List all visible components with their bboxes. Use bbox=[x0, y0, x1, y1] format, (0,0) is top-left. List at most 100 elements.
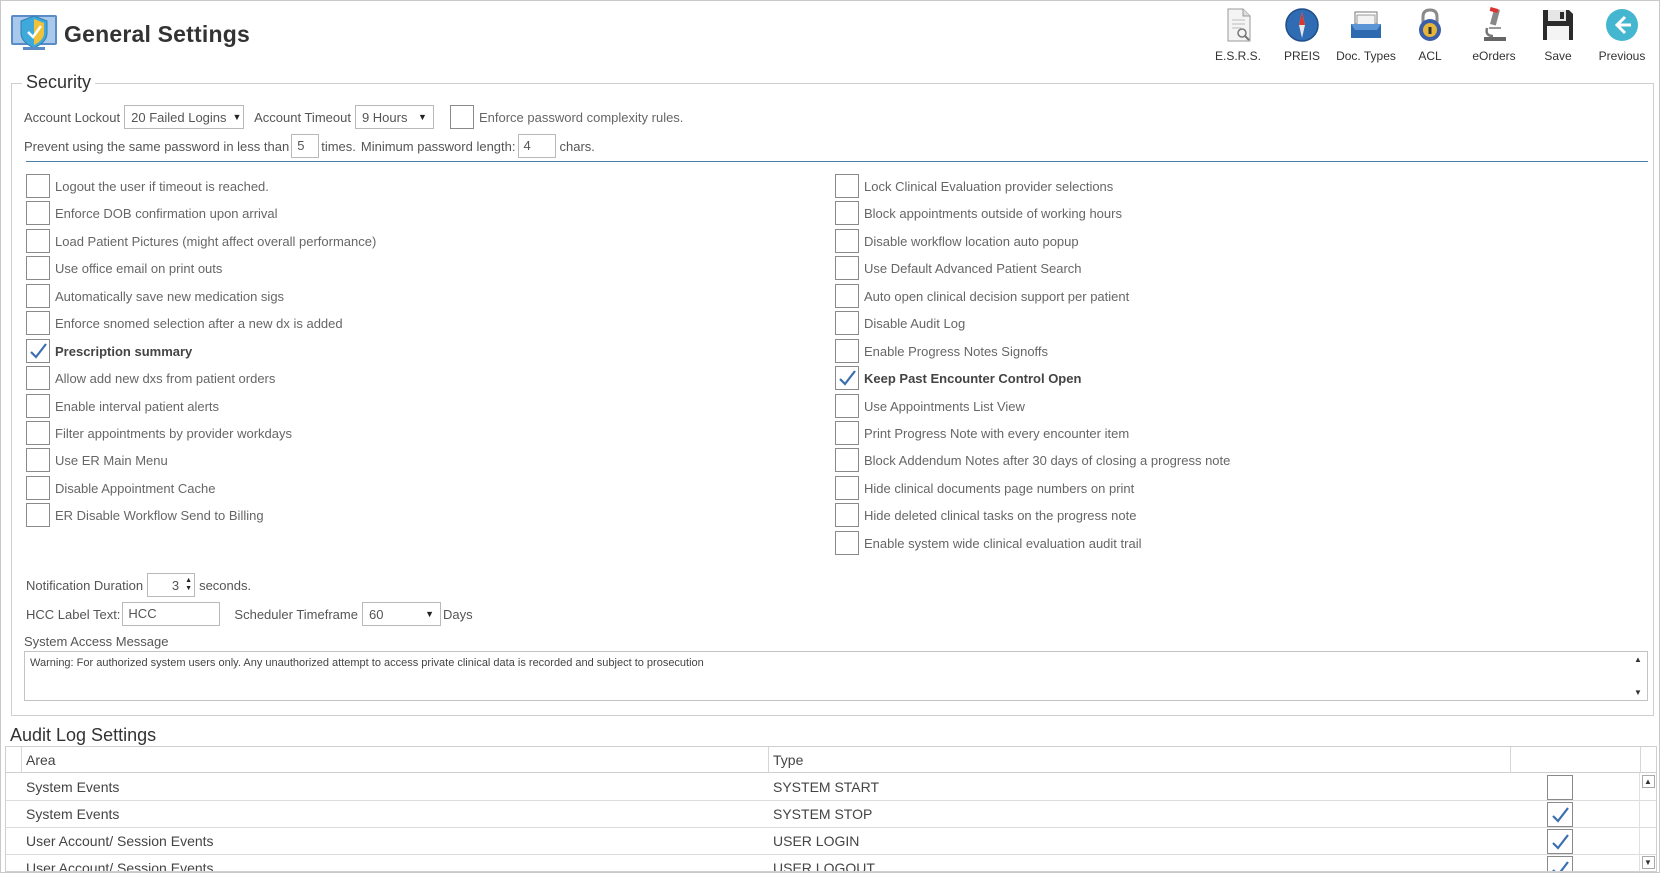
previous-button[interactable]: Previous bbox=[1590, 6, 1654, 64]
scroll-down-icon[interactable]: ▼ bbox=[1641, 856, 1655, 869]
checkbox-checked[interactable] bbox=[835, 366, 859, 390]
option-save-medication-sigs[interactable]: Automatically save new medication sigs bbox=[26, 282, 284, 310]
option-label: Disable Audit Log bbox=[864, 315, 966, 331]
acl-button[interactable]: ACL bbox=[1398, 6, 1462, 64]
option-disable-audit-log[interactable]: Disable Audit Log bbox=[835, 309, 965, 337]
option-block-addendum-notes[interactable]: Block Addendum Notes after 30 days of cl… bbox=[835, 446, 1230, 474]
option-appointments-list-view[interactable]: Use Appointments List View bbox=[835, 392, 1025, 420]
save-button[interactable]: Save bbox=[1526, 6, 1590, 64]
option-print-progress-note[interactable]: Print Progress Note with every encounter… bbox=[835, 419, 1129, 447]
window-frame: General Settings E.S.R.S. PREIS Doc. Typ… bbox=[0, 0, 1660, 873]
table-row[interactable]: User Account/ Session Events USER LOGIN bbox=[6, 828, 1656, 855]
column-header-type[interactable]: Type bbox=[769, 747, 1511, 773]
esrs-label: E.S.R.S. bbox=[1214, 49, 1261, 63]
checkbox[interactable] bbox=[26, 476, 50, 500]
option-snomed-selection[interactable]: Enforce snomed selection after a new dx … bbox=[26, 309, 343, 337]
option-appointment-cache[interactable]: Disable Appointment Cache bbox=[26, 474, 215, 502]
option-clinical-audit-trail[interactable]: Enable system wide clinical evaluation a… bbox=[835, 529, 1141, 557]
checkbox[interactable] bbox=[26, 394, 50, 418]
scrollbar[interactable]: ▲ ▼ bbox=[1631, 652, 1645, 700]
checkbox[interactable] bbox=[26, 503, 50, 527]
checkbox[interactable] bbox=[26, 311, 50, 335]
column-header-enabled[interactable] bbox=[1511, 747, 1641, 773]
esrs-button[interactable]: E.S.R.S. bbox=[1206, 6, 1270, 64]
enabled-checkbox[interactable] bbox=[1547, 856, 1573, 871]
table-row[interactable]: User Account/ Session Events USER LOGOUT bbox=[6, 855, 1656, 871]
checkbox[interactable] bbox=[835, 256, 859, 280]
option-lock-clinical-evaluation[interactable]: Lock Clinical Evaluation provider select… bbox=[835, 172, 1113, 200]
stepper-arrows-icon[interactable]: ▲ ▼ bbox=[185, 577, 192, 593]
grid-scrollbar[interactable]: ▲ ▼ bbox=[1639, 773, 1656, 871]
checkbox[interactable] bbox=[26, 284, 50, 308]
option-prescription-summary[interactable]: Prescription summary bbox=[26, 337, 192, 365]
option-block-appointments-hours[interactable]: Block appointments outside of working ho… bbox=[835, 199, 1122, 227]
doc-types-button[interactable]: Doc. Types bbox=[1334, 6, 1398, 64]
checkbox[interactable] bbox=[26, 448, 50, 472]
scheduler-timeframe-select[interactable]: 60 ▼ bbox=[361, 602, 441, 626]
account-lockout-select[interactable]: 20 Failed Logins ▼ bbox=[124, 105, 245, 129]
account-timeout-label: Account Timeout bbox=[254, 109, 351, 125]
column-header-area[interactable]: Area bbox=[22, 747, 769, 773]
account-timeout-select[interactable]: 9 Hours ▼ bbox=[354, 105, 434, 129]
option-label: Block Addendum Notes after 30 days of cl… bbox=[864, 452, 1231, 468]
min-length-input[interactable]: 4 bbox=[517, 134, 556, 158]
enforce-complexity-checkbox[interactable] bbox=[449, 105, 474, 129]
divider bbox=[26, 161, 1648, 162]
option-logout-timeout[interactable]: Logout the user if timeout is reached. bbox=[26, 172, 269, 200]
checkbox[interactable] bbox=[26, 174, 50, 198]
padlock-icon bbox=[1419, 8, 1441, 41]
checkbox[interactable] bbox=[835, 503, 859, 527]
option-progress-notes-signoffs[interactable]: Enable Progress Notes Signoffs bbox=[835, 337, 1048, 365]
checkbox[interactable] bbox=[835, 284, 859, 308]
option-advanced-patient-search[interactable]: Use Default Advanced Patient Search bbox=[835, 254, 1082, 282]
enabled-checkbox[interactable] bbox=[1547, 775, 1573, 800]
option-er-workflow-billing[interactable]: ER Disable Workflow Send to Billing bbox=[26, 501, 264, 529]
option-hide-page-numbers[interactable]: Hide clinical documents page numbers on … bbox=[835, 474, 1134, 502]
scroll-down-icon[interactable]: ▼ bbox=[1634, 688, 1642, 697]
checkbox[interactable] bbox=[835, 174, 859, 198]
checkbox[interactable] bbox=[835, 311, 859, 335]
checkbox[interactable] bbox=[26, 229, 50, 253]
option-decision-support[interactable]: Auto open clinical decision support per … bbox=[835, 282, 1129, 310]
table-row[interactable]: System Events SYSTEM START bbox=[6, 774, 1656, 801]
option-office-email[interactable]: Use office email on print outs bbox=[26, 254, 222, 282]
scroll-up-icon[interactable]: ▲ bbox=[1634, 655, 1642, 664]
prevent-reuse-input[interactable]: 5 bbox=[291, 134, 320, 158]
checkbox[interactable] bbox=[26, 256, 50, 280]
preis-button[interactable]: PREIS bbox=[1270, 6, 1334, 64]
checkbox-checked[interactable] bbox=[26, 339, 50, 363]
enabled-checkbox[interactable] bbox=[1547, 802, 1573, 827]
hcc-label-input[interactable]: HCC bbox=[122, 602, 221, 626]
option-add-dxs-orders[interactable]: Allow add new dxs from patient orders bbox=[26, 364, 275, 392]
checkbox[interactable] bbox=[835, 229, 859, 253]
eorders-button[interactable]: eOrders bbox=[1462, 6, 1526, 64]
option-label: Use office email on print outs bbox=[55, 260, 223, 276]
checkbox[interactable] bbox=[835, 339, 859, 363]
checkbox[interactable] bbox=[835, 394, 859, 418]
system-access-message-textarea[interactable]: Warning: For authorized system users onl… bbox=[24, 651, 1648, 701]
option-keep-encounter-open[interactable]: Keep Past Encounter Control Open bbox=[835, 364, 1081, 392]
cell-area: System Events bbox=[26, 779, 120, 795]
checkbox[interactable] bbox=[835, 201, 859, 225]
scroll-up-icon[interactable]: ▲ bbox=[1641, 775, 1655, 788]
table-row[interactable]: System Events SYSTEM STOP bbox=[6, 801, 1656, 828]
notification-duration-stepper[interactable]: 3 ▲ ▼ bbox=[147, 573, 196, 597]
option-patient-pictures[interactable]: Load Patient Pictures (might affect over… bbox=[26, 227, 376, 255]
checkbox[interactable] bbox=[26, 366, 50, 390]
option-disable-location-popup[interactable]: Disable workflow location auto popup bbox=[835, 227, 1079, 255]
eorders-label: eOrders bbox=[1472, 49, 1516, 63]
option-er-main-menu[interactable]: Use ER Main Menu bbox=[26, 446, 168, 474]
checkbox[interactable] bbox=[835, 448, 859, 472]
option-interval-alerts[interactable]: Enable interval patient alerts bbox=[26, 392, 219, 420]
option-dob-confirmation[interactable]: Enforce DOB confirmation upon arrival bbox=[26, 199, 278, 227]
option-hide-deleted-tasks[interactable]: Hide deleted clinical tasks on the progr… bbox=[835, 501, 1136, 529]
checkbox[interactable] bbox=[26, 201, 50, 225]
checkbox[interactable] bbox=[26, 421, 50, 445]
audit-log-title: Audit Log Settings bbox=[10, 725, 157, 745]
chars-label: chars. bbox=[559, 138, 595, 154]
checkbox[interactable] bbox=[835, 476, 859, 500]
option-filter-appointments[interactable]: Filter appointments by provider workdays bbox=[26, 419, 292, 447]
checkbox[interactable] bbox=[835, 531, 859, 555]
checkbox[interactable] bbox=[835, 421, 859, 445]
enabled-checkbox[interactable] bbox=[1547, 829, 1573, 854]
